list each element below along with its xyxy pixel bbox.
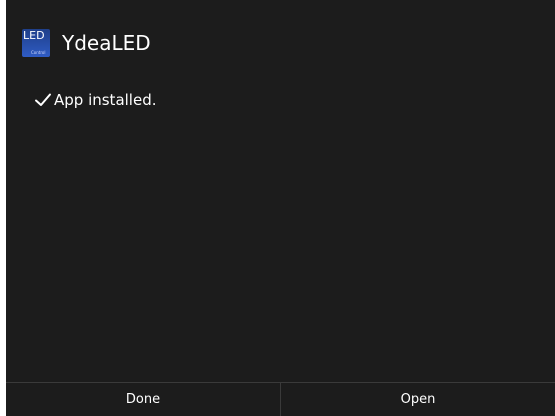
app-icon-subtext: Control [31, 50, 46, 55]
check-icon [35, 93, 51, 106]
dialog-header: LED Control YdeaLED [6, 0, 555, 80]
app-icon: LED Control [22, 29, 50, 57]
done-button[interactable]: Done [6, 383, 280, 416]
status-message: App installed. [54, 91, 157, 109]
install-status: App installed. [34, 90, 157, 110]
open-button[interactable]: Open [281, 383, 555, 416]
installer-dialog: LED Control YdeaLED App installed. Done … [6, 0, 555, 416]
dialog-footer: Done Open [6, 382, 555, 416]
page: LED Control YdeaLED App installed. Done … [0, 0, 555, 416]
app-title: YdeaLED [62, 31, 151, 55]
app-icon-text: LED [23, 29, 45, 42]
